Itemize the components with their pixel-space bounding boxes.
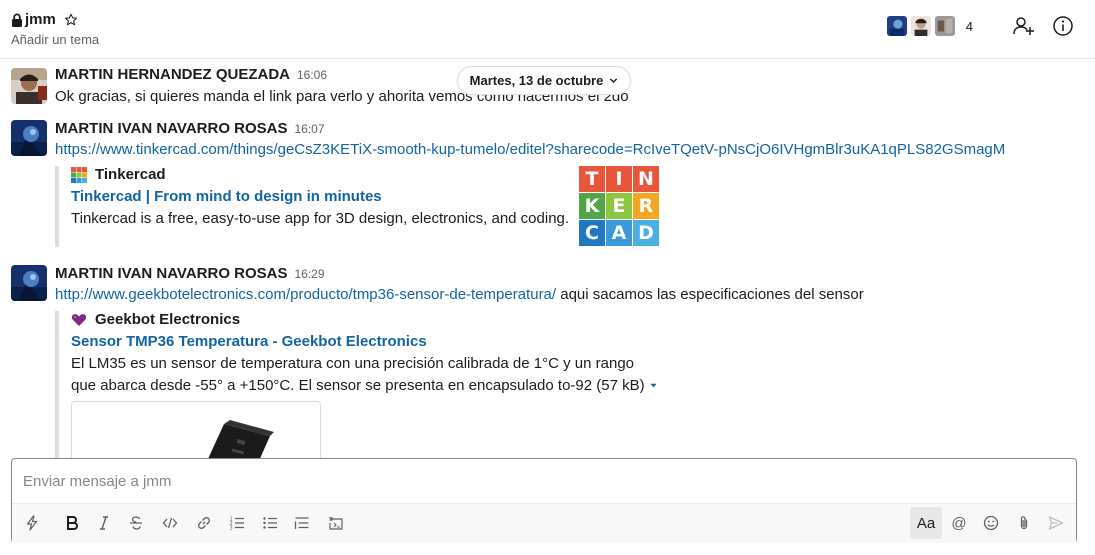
tinkercad-logo-letter: T (579, 166, 605, 192)
shortcuts-button[interactable] (18, 509, 46, 537)
link-unfurl: Tinkercad Tinkercad | From mind to desig… (55, 166, 675, 247)
tinkercad-logo-letter: D (633, 220, 659, 246)
tinkercad-logo-letter: K (579, 193, 605, 219)
link-button[interactable] (190, 509, 218, 537)
sensor-image (72, 402, 320, 458)
send-icon (1048, 516, 1064, 530)
italic-button[interactable] (90, 509, 118, 537)
tinkercad-favicon (71, 166, 87, 183)
formatting-toggle-button[interactable]: Aa (910, 507, 942, 539)
author-name[interactable]: MARTIN HERNANDEZ QUEZADA (55, 66, 290, 83)
message-list[interactable]: MARTIN HERNANDEZ QUEZADA 16:06 Ok gracia… (0, 60, 1095, 458)
star-icon[interactable] (64, 13, 78, 27)
message-text: http://www.geekbotelectronics.com/produc… (55, 286, 864, 303)
message-link[interactable]: https://www.tinkercad.com/things/geCsZ3K… (55, 141, 1005, 158)
message-link[interactable]: http://www.geekbotelectronics.com/produc… (55, 286, 556, 303)
author-name[interactable]: MARTIN IVAN NAVARRO ROSAS (55, 265, 288, 282)
avatar[interactable] (11, 68, 47, 104)
ordered-list-icon: 123 (230, 517, 244, 532)
unfurl-site-name: Geekbot Electronics (95, 311, 241, 328)
unfurl-site-name: Tinkercad (95, 166, 166, 183)
send-button[interactable] (1042, 509, 1070, 537)
member-avatar (933, 15, 956, 37)
tinkercad-logo-letter: C (579, 220, 605, 246)
date-divider-button[interactable]: Martes, 13 de octubre (457, 66, 631, 95)
message-text-after-link: aqui sacamos las especificaciones del se… (556, 286, 864, 303)
unfurl-title[interactable]: Tinkercad | From mind to design in minut… (71, 188, 382, 205)
lock-icon (12, 13, 22, 27)
smiley-icon (983, 515, 999, 531)
bulleted-list-button[interactable] (256, 509, 284, 537)
channel-header: jmm Añadir un tema 4 (0, 0, 1095, 59)
date-label: Martes, 13 de octubre (469, 73, 604, 88)
add-topic-link[interactable]: Añadir un tema (11, 32, 99, 47)
paperclip-icon (1020, 516, 1028, 530)
code-icon (162, 517, 178, 529)
heart-icon (71, 313, 87, 326)
timestamp[interactable]: 16:07 (295, 122, 325, 136)
unfurl-image[interactable] (71, 401, 321, 458)
tinkercad-logo-letter: E (606, 193, 632, 219)
tinkercad-logo[interactable]: TIN KER CAD (579, 166, 659, 246)
composer-toolbar: 123 Aa @ (12, 503, 1076, 543)
tinkercad-logo-letter: I (606, 166, 632, 192)
unfurl-site[interactable]: Tinkercad (71, 166, 166, 183)
channel-title[interactable]: jmm (11, 11, 78, 28)
info-icon[interactable] (1051, 14, 1075, 38)
code-block-icon (329, 516, 343, 530)
unfurl-site[interactable]: Geekbot Electronics (71, 311, 240, 328)
at-icon: @ (951, 514, 967, 532)
message-composer: 123 Aa @ (11, 458, 1077, 543)
avatar[interactable] (11, 120, 47, 156)
quote-button[interactable] (288, 509, 316, 537)
avatar[interactable] (11, 265, 47, 301)
timestamp[interactable]: 16:29 (295, 267, 325, 281)
attach-button[interactable] (1010, 509, 1038, 537)
strikethrough-button[interactable] (122, 509, 150, 537)
quote-icon (294, 517, 309, 529)
timestamp[interactable]: 16:06 (297, 68, 327, 82)
caret-down-icon[interactable] (649, 381, 658, 390)
message-input[interactable] (12, 459, 1076, 503)
unfurl-description: Tinkercad is a free, easy-to-use app for… (71, 210, 570, 227)
unfurl-description-text: que abarca desde -55° a +150°C. El senso… (71, 377, 645, 394)
ordered-list-button[interactable]: 123 (223, 509, 251, 537)
code-block-button[interactable] (322, 509, 350, 537)
italic-icon (100, 516, 108, 530)
unfurl-description: El LM35 es un sensor de temperatura con … (71, 355, 634, 372)
member-avatars[interactable] (884, 15, 956, 37)
mention-button[interactable]: @ (945, 509, 973, 537)
bold-button[interactable] (58, 509, 86, 537)
link-unfurl: Geekbot Electronics Sensor TMP36 Tempera… (55, 311, 675, 458)
add-member-icon[interactable] (1011, 14, 1035, 38)
bold-icon (67, 516, 78, 530)
unfurl-title[interactable]: Sensor TMP36 Temperatura - Geekbot Elect… (71, 333, 427, 350)
author-name[interactable]: MARTIN IVAN NAVARRO ROSAS (55, 120, 288, 137)
member-avatar (909, 15, 932, 37)
strikethrough-icon (130, 516, 142, 530)
member-avatar (885, 15, 908, 37)
member-count[interactable]: 4 (966, 19, 973, 34)
bulleted-list-icon (263, 517, 277, 529)
tinkercad-logo-letter: R (633, 193, 659, 219)
tinkercad-logo-letter: A (606, 220, 632, 246)
lightning-icon (26, 515, 38, 531)
emoji-button[interactable] (977, 509, 1005, 537)
channel-name: jmm (25, 11, 56, 28)
svg-text:3: 3 (230, 526, 233, 532)
chevron-down-icon (610, 78, 618, 83)
link-icon (198, 517, 210, 529)
tinkercad-logo-letter: N (633, 166, 659, 192)
code-button[interactable] (156, 509, 184, 537)
unfurl-description-line-2: que abarca desde -55° a +150°C. El senso… (71, 377, 658, 394)
